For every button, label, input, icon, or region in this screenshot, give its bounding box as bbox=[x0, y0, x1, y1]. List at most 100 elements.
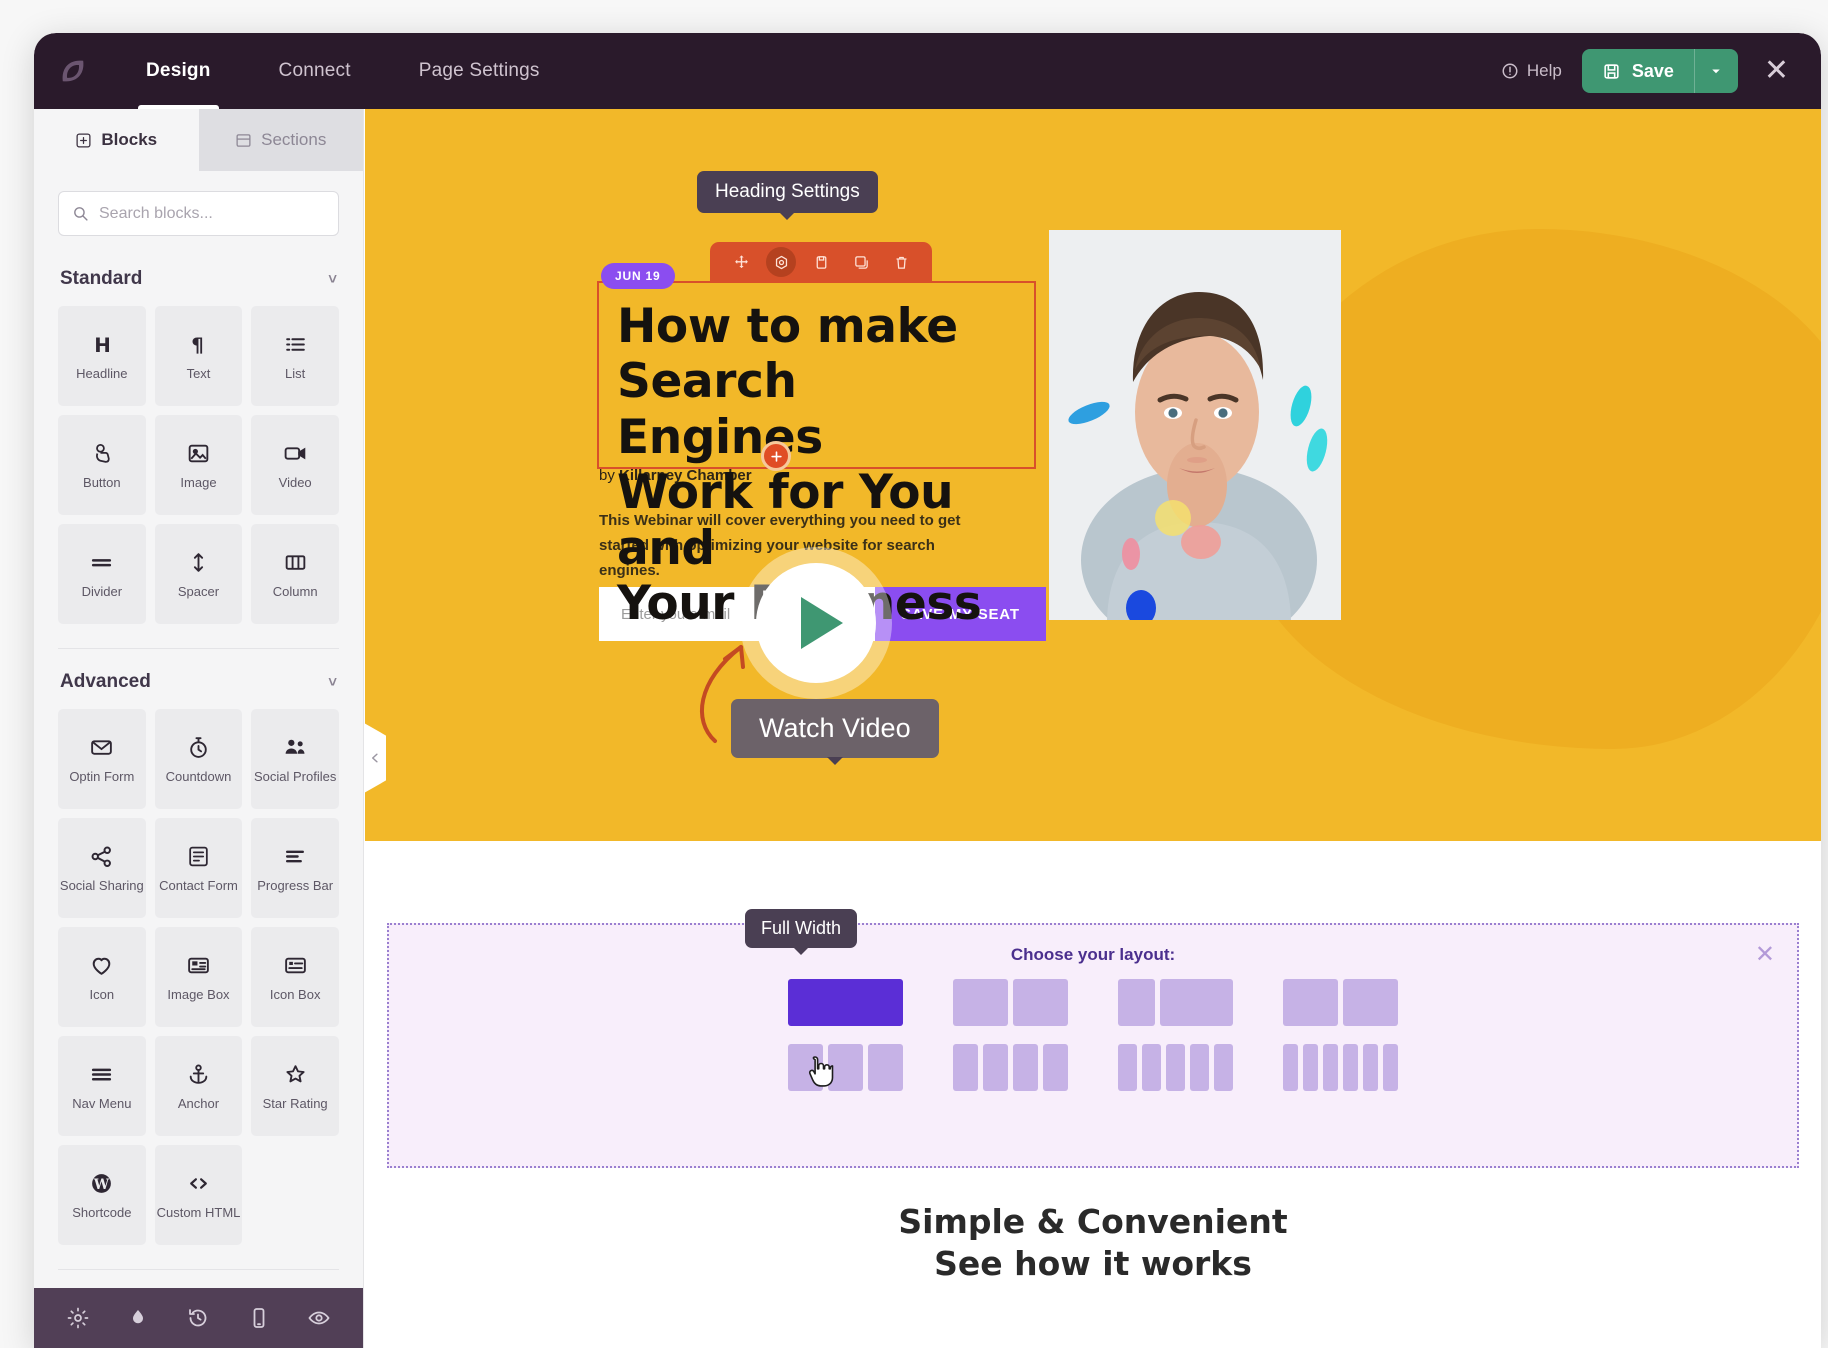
block-label: Image Box bbox=[167, 986, 230, 1002]
block-progress-bar[interactable]: Progress Bar bbox=[251, 818, 339, 918]
section-header-standard[interactable]: Standard ˅ bbox=[58, 246, 339, 306]
block-custom-html[interactable]: Custom HTML bbox=[154, 1145, 243, 1245]
heading-line-2: Search Engines bbox=[617, 354, 823, 465]
heading-h-icon: H bbox=[95, 333, 112, 356]
hero-portrait-image bbox=[1049, 230, 1341, 620]
close-editor-button[interactable]: ✕ bbox=[1758, 56, 1795, 86]
search-input[interactable] bbox=[58, 191, 339, 236]
save-button[interactable]: Save bbox=[1581, 49, 1694, 93]
tab-connect-label: Connect bbox=[278, 60, 351, 81]
block-image-box[interactable]: Image Box bbox=[154, 927, 243, 1027]
tab-page-settings[interactable]: Page Settings bbox=[385, 33, 574, 109]
heading-line-1: How to make bbox=[617, 299, 958, 354]
sidebar-tab-sections[interactable]: Sections bbox=[198, 109, 363, 171]
image-icon bbox=[188, 444, 209, 462]
block-list[interactable]: List bbox=[251, 306, 339, 406]
app-logo[interactable] bbox=[34, 54, 112, 88]
delete-trash-icon bbox=[896, 256, 906, 269]
block-social-sharing[interactable]: Social Sharing bbox=[58, 818, 146, 918]
element-duplicate-button[interactable] bbox=[846, 247, 876, 277]
block-star-rating[interactable]: Star Rating bbox=[251, 1036, 339, 1136]
date-badge: JUN 19 bbox=[601, 263, 675, 289]
section-header-saved-blocks[interactable]: Saved Blocks ˅ bbox=[58, 1270, 339, 1288]
svg-text:W: W bbox=[93, 1177, 110, 1193]
block-label: Social Profiles bbox=[253, 768, 337, 784]
block-social-profiles[interactable]: Social Profiles bbox=[251, 709, 339, 809]
layout-col bbox=[953, 979, 1008, 1026]
layout-col bbox=[1283, 979, 1338, 1026]
tab-connect[interactable]: Connect bbox=[245, 33, 385, 109]
layout-option-5col[interactable] bbox=[1118, 1044, 1233, 1091]
layout-col bbox=[1013, 1044, 1038, 1091]
layout-panel-close-button[interactable]: ✕ bbox=[1755, 943, 1775, 967]
block-label: Button bbox=[83, 474, 121, 490]
layout-option-2col-a[interactable] bbox=[953, 979, 1068, 1026]
element-delete-button[interactable] bbox=[886, 247, 916, 277]
heading-element[interactable]: How to make Search Engines Work for You … bbox=[597, 281, 1036, 631]
help-button[interactable]: Help bbox=[1501, 61, 1562, 81]
section-title-advanced: Advanced bbox=[60, 671, 151, 692]
block-countdown[interactable]: Countdown bbox=[154, 709, 243, 809]
sections-icon bbox=[236, 133, 251, 147]
layout-col bbox=[868, 1044, 903, 1091]
section-heading-line-2: See how it works bbox=[934, 1244, 1252, 1284]
block-label: Divider bbox=[81, 583, 123, 599]
advanced-blocks-grid: Optin Form Countdown Social Profiles Soc… bbox=[58, 709, 339, 1245]
block-column[interactable]: Column bbox=[251, 524, 339, 624]
layout-option-2col-c[interactable] bbox=[1283, 979, 1398, 1026]
block-label: Countdown bbox=[165, 768, 232, 784]
heading-settings-tooltip: Heading Settings bbox=[697, 171, 878, 213]
preview-eye-icon[interactable] bbox=[307, 1306, 331, 1330]
block-image[interactable]: Image bbox=[154, 415, 243, 515]
revision-history-icon[interactable] bbox=[186, 1306, 210, 1330]
element-save-button[interactable] bbox=[806, 247, 836, 277]
block-optin-form[interactable]: Optin Form bbox=[58, 709, 146, 809]
block-shortcode[interactable]: W Shortcode bbox=[58, 1145, 146, 1245]
block-spacer[interactable]: Spacer bbox=[154, 524, 243, 624]
search-icon bbox=[74, 207, 88, 221]
element-toolbar bbox=[710, 242, 932, 282]
page-builder-window: Design Connect Page Settings Help Save ✕… bbox=[34, 33, 1821, 1348]
block-video[interactable]: Video bbox=[251, 415, 339, 515]
block-label: Contact Form bbox=[159, 877, 238, 893]
button-click-icon bbox=[96, 443, 111, 463]
people-icon bbox=[285, 739, 305, 754]
block-icon[interactable]: Icon bbox=[58, 927, 146, 1027]
layout-col bbox=[1383, 1044, 1398, 1091]
element-move-button[interactable] bbox=[726, 247, 756, 277]
layout-option-1col[interactable] bbox=[788, 979, 903, 1026]
add-block-button[interactable] bbox=[761, 441, 791, 471]
block-nav-menu[interactable]: Nav Menu bbox=[58, 1036, 146, 1136]
wordpress-icon: W bbox=[92, 1173, 112, 1193]
tab-design[interactable]: Design bbox=[112, 33, 245, 109]
block-contact-form[interactable]: Contact Form bbox=[154, 818, 243, 918]
block-label: Social Sharing bbox=[59, 877, 144, 893]
theme-drop-icon[interactable] bbox=[126, 1306, 150, 1330]
settings-gear-icon[interactable] bbox=[66, 1306, 90, 1330]
block-headline[interactable]: H Headline bbox=[58, 306, 146, 406]
sidebar-tab-blocks[interactable]: Blocks bbox=[34, 109, 199, 171]
video-play-button[interactable] bbox=[740, 547, 892, 699]
block-icon-box[interactable]: Icon Box bbox=[251, 927, 339, 1027]
block-label: Optin Form bbox=[69, 768, 135, 784]
save-block-icon bbox=[816, 255, 826, 269]
layout-option-2col-b[interactable] bbox=[1118, 979, 1233, 1026]
section-header-advanced[interactable]: Advanced ˅ bbox=[58, 649, 339, 709]
block-divider[interactable]: Divider bbox=[58, 524, 146, 624]
layout-col bbox=[1343, 1044, 1358, 1091]
progress-bar-icon bbox=[285, 850, 304, 862]
layout-option-4col[interactable] bbox=[953, 1044, 1068, 1091]
layout-option-6col[interactable] bbox=[1283, 1044, 1398, 1091]
block-anchor[interactable]: Anchor bbox=[154, 1036, 243, 1136]
block-text[interactable]: ¶ Text bbox=[154, 306, 243, 406]
mobile-preview-icon[interactable] bbox=[247, 1306, 271, 1330]
block-button[interactable]: Button bbox=[58, 415, 146, 515]
save-dropdown-button[interactable] bbox=[1693, 49, 1738, 93]
block-label: Star Rating bbox=[262, 1095, 328, 1111]
element-settings-button[interactable] bbox=[766, 247, 796, 277]
block-label: Headline bbox=[76, 365, 128, 381]
save-button-group: Save bbox=[1581, 49, 1738, 93]
block-label: Text bbox=[186, 365, 211, 381]
svg-text:H: H bbox=[95, 333, 112, 356]
envelope-icon bbox=[91, 739, 113, 755]
